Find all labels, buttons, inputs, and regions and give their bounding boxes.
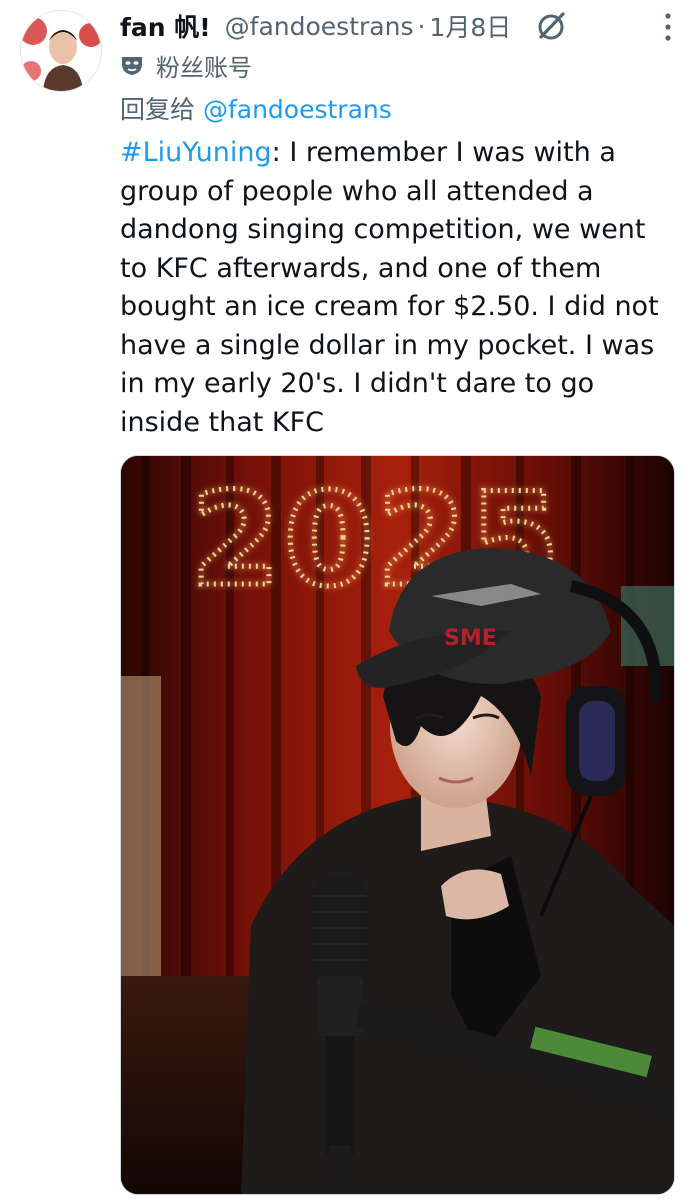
tweet-header: fan 帆! @fandoestrans · 1月8日 xyxy=(120,8,677,44)
tweet-media[interactable]: 2025 SME xyxy=(120,455,675,1195)
cap-logo-text: SME xyxy=(444,626,497,651)
media-photo: 2025 SME xyxy=(121,456,674,1194)
account-label: 粉丝账号 xyxy=(120,50,252,82)
mask-icon xyxy=(122,57,142,75)
avatar[interactable] xyxy=(20,10,102,92)
tweet-date[interactable]: 1月8日 xyxy=(429,8,511,44)
avatar-image xyxy=(21,11,101,91)
reply-prefix: 回复给 xyxy=(120,95,196,124)
hashtag-link[interactable]: #LiuYuning xyxy=(120,137,272,168)
account-label-text: 粉丝账号 xyxy=(156,53,252,82)
tweet-text: #LiuYuning: I remember I was with a grou… xyxy=(120,134,680,442)
reply-mention-link[interactable]: @fandoestrans xyxy=(203,95,392,124)
more-vertical-icon[interactable] xyxy=(663,12,673,42)
reply-context: 回复给 @fandoestrans xyxy=(120,90,392,126)
separator-dot: · xyxy=(417,11,426,41)
display-name[interactable]: fan 帆! xyxy=(120,8,211,44)
user-handle[interactable]: @fandoestrans xyxy=(225,12,414,41)
tweet-body: : I remember I was with a group of peopl… xyxy=(120,137,659,438)
grok-icon[interactable] xyxy=(535,9,569,43)
tweet[interactable]: fan 帆! @fandoestrans · 1月8日 粉丝账号 回复给 @fa… xyxy=(0,0,697,1200)
